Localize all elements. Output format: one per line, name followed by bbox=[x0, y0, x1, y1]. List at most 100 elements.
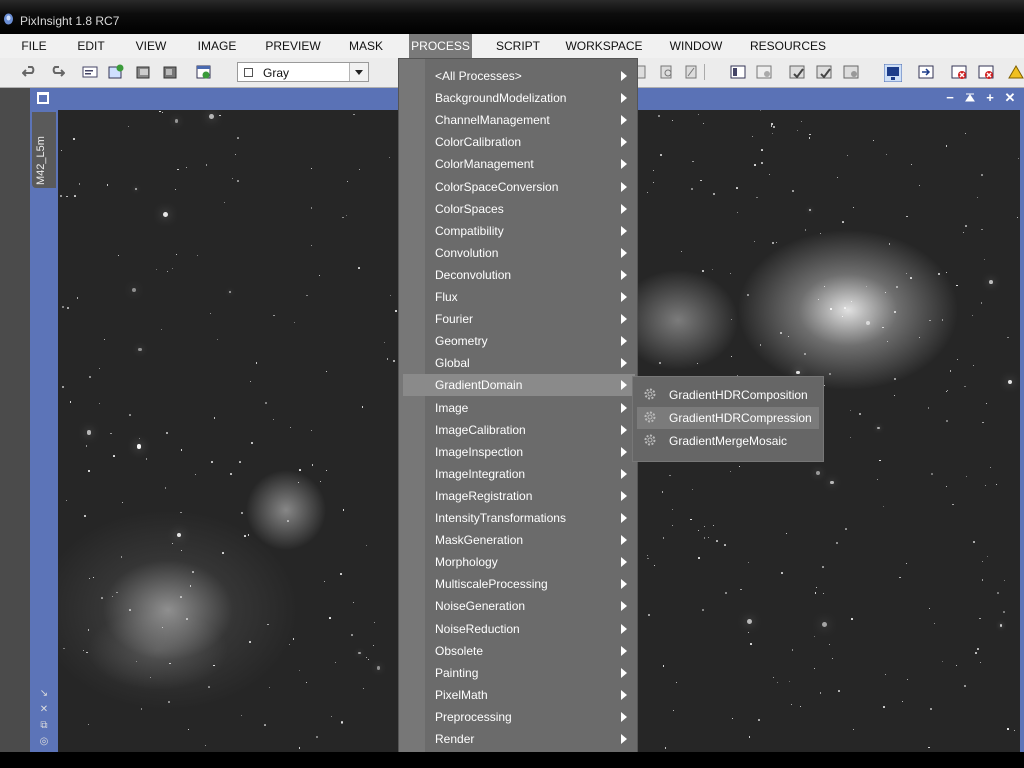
view-explorer-icon[interactable] bbox=[730, 64, 746, 80]
menu-script[interactable]: SCRIPT bbox=[492, 34, 544, 58]
target-icon[interactable]: ◎ bbox=[34, 734, 54, 750]
process-menu-item[interactable]: Morphology bbox=[403, 551, 635, 573]
process-menu-item[interactable]: IntensityTransformations bbox=[403, 507, 635, 529]
process-menu-item[interactable]: Preprocessing bbox=[403, 706, 635, 728]
colorspace-select[interactable]: Gray bbox=[237, 62, 369, 82]
process-menu-item[interactable]: BackgroundModelization bbox=[403, 87, 635, 109]
star bbox=[131, 287, 137, 293]
cross-icon[interactable]: ✕ bbox=[34, 702, 54, 718]
redo-icon[interactable] bbox=[49, 64, 65, 80]
star bbox=[988, 279, 993, 284]
stretch-icon[interactable] bbox=[684, 64, 700, 80]
process-menu-item[interactable]: Global bbox=[403, 352, 635, 374]
menu-workspace[interactable]: WORKSPACE bbox=[565, 34, 643, 58]
menu-edit[interactable]: EDIT bbox=[70, 34, 112, 58]
process-menu-item[interactable]: ColorSpaceConversion bbox=[403, 176, 635, 198]
star bbox=[306, 681, 308, 683]
star bbox=[299, 469, 302, 471]
star bbox=[981, 579, 984, 581]
extract-image-icon[interactable] bbox=[163, 64, 179, 80]
process-menu-item[interactable]: ImageCalibration bbox=[403, 419, 635, 441]
star bbox=[692, 160, 694, 163]
process-menu-item[interactable]: <All Processes> bbox=[403, 65, 635, 87]
process-menu-item[interactable]: MultiscaleProcessing bbox=[403, 573, 635, 595]
star bbox=[162, 211, 168, 217]
menu-resources[interactable]: RESOURCES bbox=[750, 34, 826, 58]
star bbox=[792, 189, 794, 192]
link-icon[interactable]: ⧉ bbox=[34, 718, 54, 734]
process-menu-item[interactable]: NoiseGeneration bbox=[403, 595, 635, 617]
process-menu-item[interactable]: ColorManagement bbox=[403, 153, 635, 175]
star bbox=[972, 364, 975, 366]
star bbox=[192, 571, 194, 573]
image-properties-icon[interactable] bbox=[82, 64, 98, 80]
star bbox=[88, 724, 90, 726]
menu-preview[interactable]: PREVIEW bbox=[262, 34, 324, 58]
process-menu-item[interactable]: Obsolete bbox=[403, 640, 635, 662]
shade-icon[interactable] bbox=[963, 91, 977, 105]
star bbox=[219, 114, 221, 117]
mask-enable-icon[interactable] bbox=[789, 64, 805, 80]
process-menu-item[interactable]: Render bbox=[403, 728, 635, 750]
submenu-arrow-icon bbox=[621, 424, 627, 435]
new-image-icon[interactable] bbox=[108, 64, 124, 80]
submenu-arrow-icon bbox=[621, 535, 627, 546]
process-menu-item[interactable]: Compatibility bbox=[403, 220, 635, 242]
star bbox=[730, 318, 733, 321]
star bbox=[882, 506, 884, 508]
process-menu-item[interactable]: MaskGeneration bbox=[403, 529, 635, 551]
window-system-icon[interactable] bbox=[37, 92, 49, 104]
menu-mask[interactable]: MASK bbox=[344, 34, 388, 58]
gradientdomain-submenu-item[interactable]: GradientHDRCompression bbox=[637, 407, 819, 429]
process-menu-item[interactable]: PixelMath bbox=[403, 684, 635, 706]
process-menu-item[interactable]: Convolution bbox=[403, 242, 635, 264]
process-menu-item[interactable]: Flux bbox=[403, 286, 635, 308]
star bbox=[865, 320, 870, 325]
warning-icon[interactable] bbox=[1008, 64, 1024, 80]
process-menu-item[interactable]: Fourier bbox=[403, 308, 635, 330]
star bbox=[899, 576, 902, 579]
mask-invert-icon[interactable] bbox=[843, 64, 859, 80]
process-menu-item[interactable]: Image bbox=[403, 397, 635, 419]
process-menu-item[interactable]: ImageInspection bbox=[403, 441, 635, 463]
history-explorer-icon[interactable] bbox=[756, 64, 772, 80]
star bbox=[820, 233, 822, 235]
rotate-icon[interactable] bbox=[659, 64, 675, 80]
gradientdomain-submenu-item[interactable]: GradientMergeMosaic bbox=[637, 430, 819, 452]
mask-show-icon[interactable] bbox=[816, 64, 832, 80]
process-menu-item[interactable]: NoiseReduction bbox=[403, 618, 635, 640]
process-menu-item[interactable]: GradientDomain bbox=[403, 374, 635, 397]
view-id-tab[interactable]: M42_L5m bbox=[32, 112, 56, 188]
close-icon[interactable]: ✕ bbox=[1003, 91, 1017, 105]
duplicate-image-icon[interactable] bbox=[136, 64, 152, 80]
chevron-down-icon[interactable] bbox=[349, 63, 368, 81]
process-menu-item[interactable]: ColorCalibration bbox=[403, 131, 635, 153]
close-all-icon[interactable] bbox=[978, 64, 994, 80]
menu-process[interactable]: PROCESS bbox=[409, 34, 472, 58]
maximize-icon[interactable]: + bbox=[983, 91, 997, 105]
minimize-icon[interactable]: − bbox=[943, 91, 957, 105]
gradientdomain-submenu-item[interactable]: GradientHDRComposition bbox=[637, 384, 819, 406]
process-menu-item[interactable]: Deconvolution bbox=[403, 264, 635, 286]
process-menu-item[interactable]: Painting bbox=[403, 662, 635, 684]
display-icon[interactable] bbox=[884, 64, 902, 82]
menu-window[interactable]: WINDOW bbox=[664, 34, 728, 58]
menu-view[interactable]: VIEW bbox=[130, 34, 172, 58]
menu-image[interactable]: IMAGE bbox=[192, 34, 242, 58]
undo-icon[interactable] bbox=[22, 64, 38, 80]
star bbox=[707, 536, 710, 539]
process-menu-item[interactable]: ColorSpaces bbox=[403, 198, 635, 220]
star bbox=[330, 715, 333, 718]
close-image-icon[interactable] bbox=[951, 64, 967, 80]
process-menu-item[interactable]: ImageRegistration bbox=[403, 485, 635, 507]
workspace-icon[interactable] bbox=[918, 64, 934, 80]
new-preview-icon[interactable] bbox=[196, 64, 212, 80]
process-menu-item[interactable]: Geometry bbox=[403, 330, 635, 352]
star bbox=[975, 652, 978, 655]
menu-file[interactable]: FILE bbox=[14, 34, 54, 58]
zoom-icon[interactable]: ↘ bbox=[34, 686, 54, 702]
star bbox=[62, 386, 64, 388]
star bbox=[352, 601, 355, 604]
process-menu-item[interactable]: ChannelManagement bbox=[403, 109, 635, 131]
process-menu-item[interactable]: ImageIntegration bbox=[403, 463, 635, 485]
